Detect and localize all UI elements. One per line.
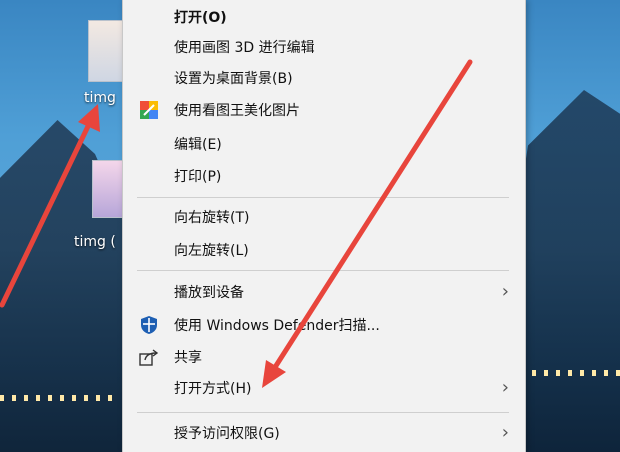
menu-item-label: 授予访问权限(G) — [174, 426, 280, 442]
menu-separator — [137, 270, 509, 271]
menu-item-edit-paint3d[interactable]: 使用画图 3D 进行编辑 — [123, 32, 525, 62]
chevron-right-icon: › — [501, 422, 509, 443]
menu-item-label: 向右旋转(T) — [174, 210, 250, 226]
chevron-right-icon: › — [501, 377, 509, 398]
city-lights-left — [0, 395, 120, 401]
city-lights-right — [520, 370, 620, 376]
menu-item-label: 编辑(E) — [174, 137, 222, 153]
menu-item-label: 打开(O) — [174, 10, 227, 26]
menu-item-label: 打开方式(H) — [174, 381, 252, 397]
menu-item-label: 向左旋转(L) — [174, 243, 249, 259]
menu-item-open[interactable]: 打开(O) — [123, 2, 525, 32]
menu-item-set-desktop-background[interactable]: 设置为桌面背景(B) — [123, 63, 525, 93]
menu-item-label: 共享 — [174, 350, 202, 366]
menu-separator — [137, 412, 509, 413]
menu-item-rotate-left[interactable]: 向左旋转(L) — [123, 235, 525, 265]
menu-item-label: 设置为桌面背景(B) — [174, 71, 293, 87]
menu-item-label: 使用看图王美化图片 — [174, 103, 300, 119]
menu-item-open-with[interactable]: 打开方式(H) › — [123, 373, 525, 403]
desktop-file-label[interactable]: timg ( — [74, 234, 116, 250]
menu-item-label: 使用 Windows Defender扫描... — [174, 318, 380, 334]
desktop-file-label[interactable]: timg — [84, 90, 116, 106]
menu-separator — [137, 197, 509, 198]
menu-item-defender-scan[interactable]: 使用 Windows Defender扫描... — [123, 310, 525, 340]
menu-item-share[interactable]: 共享 — [123, 342, 525, 372]
menu-item-label: 使用画图 3D 进行编辑 — [174, 40, 315, 56]
menu-item-label: 打印(P) — [174, 169, 222, 185]
windows-defender-shield-icon — [139, 315, 159, 335]
menu-item-rotate-right[interactable]: 向右旋转(T) — [123, 202, 525, 232]
context-menu: 打开(O) 使用画图 3D 进行编辑 设置为桌面背景(B) 使用看图王美化图片 … — [122, 0, 526, 452]
menu-item-kantuwang[interactable]: 使用看图王美化图片 — [123, 95, 525, 125]
menu-item-cast-to-device[interactable]: 播放到设备 › — [123, 277, 525, 307]
menu-item-grant-access[interactable]: 授予访问权限(G) › — [123, 418, 525, 448]
menu-item-edit[interactable]: 编辑(E) — [123, 129, 525, 159]
kantuwang-icon — [139, 100, 159, 120]
share-icon — [139, 347, 159, 367]
menu-item-label: 播放到设备 — [174, 285, 244, 301]
menu-item-print[interactable]: 打印(P) — [123, 161, 525, 191]
chevron-right-icon: › — [501, 281, 509, 302]
